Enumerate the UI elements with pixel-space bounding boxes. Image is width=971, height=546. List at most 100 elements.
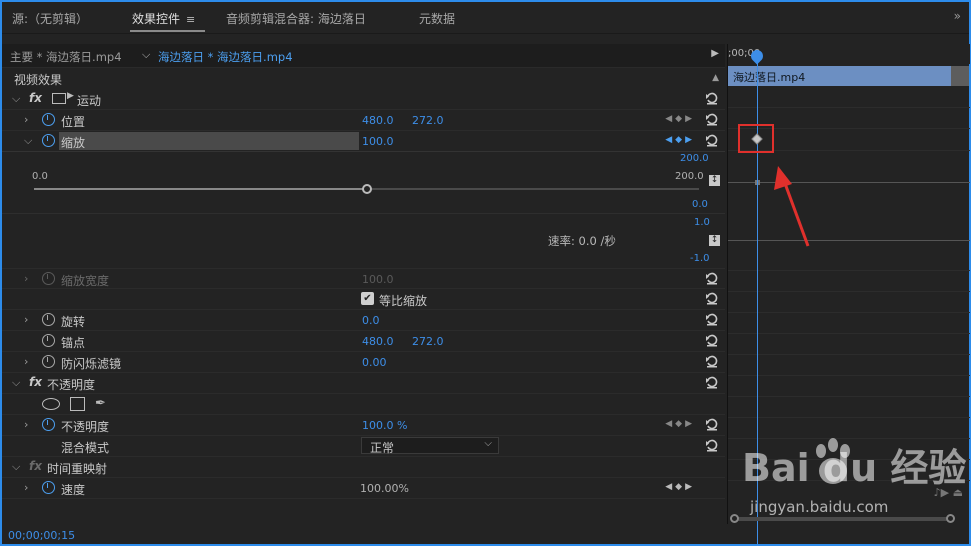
chevron-right-icon[interactable]: › bbox=[24, 113, 28, 126]
tab-effect-controls[interactable]: 效果控件 ≡ bbox=[132, 10, 195, 27]
chevron-down-icon[interactable]: ⌵ bbox=[12, 92, 20, 106]
keyframe-nav-icon[interactable]: ◀◆▶ bbox=[665, 419, 695, 429]
chevron-down-icon[interactable]: ⌵ bbox=[24, 134, 32, 148]
stopwatch-icon[interactable] bbox=[42, 418, 55, 431]
property-row-anti-flicker[interactable]: › 防闪烁滤镜 0.00 bbox=[2, 352, 725, 373]
scale-value[interactable]: 100.0 bbox=[362, 135, 394, 148]
current-timecode[interactable]: 00;00;00;15 bbox=[8, 529, 75, 542]
menu-icon[interactable]: ≡ bbox=[186, 13, 195, 26]
scale-slider-handle[interactable] bbox=[361, 184, 372, 194]
property-row-speed[interactable]: › 速度 100.00% ◀◆▶ bbox=[2, 478, 725, 499]
reset-icon[interactable] bbox=[705, 133, 719, 147]
property-row-uniform-scale[interactable]: ✔ 等比缩放 bbox=[2, 289, 725, 310]
position-y-value[interactable]: 272.0 bbox=[412, 114, 444, 127]
effect-name: 时间重映射 bbox=[47, 462, 108, 476]
sequence-clip-label[interactable]: 海边落日 * 海边落日.mp4 bbox=[158, 49, 293, 65]
reset-icon[interactable] bbox=[705, 91, 719, 105]
property-label: 位置 bbox=[61, 115, 86, 129]
reset-icon[interactable] bbox=[705, 271, 719, 285]
stopwatch-icon[interactable] bbox=[42, 134, 55, 147]
graph-top-max: 200.0 bbox=[680, 153, 709, 164]
zoom-handle-left[interactable] bbox=[730, 514, 739, 523]
timeline-row-divider bbox=[728, 312, 970, 313]
chevron-down-icon[interactable]: ⌵ bbox=[12, 376, 20, 390]
chevron-right-icon[interactable]: › bbox=[24, 355, 28, 368]
anchor-x-value[interactable]: 480.0 bbox=[362, 335, 394, 348]
reset-icon[interactable] bbox=[705, 354, 719, 368]
keyframe-nav-icon[interactable]: ◀◆▶ bbox=[665, 482, 695, 492]
keyframe-nav-icon[interactable]: ◀◆▶ bbox=[665, 135, 695, 145]
chevron-down-icon[interactable]: ⌵ bbox=[142, 48, 150, 62]
velocity-rate-label: 速率: 0.0 /秒 bbox=[548, 234, 616, 248]
property-row-position[interactable]: › 位置 480.0 272.0 ◀◆▶ bbox=[2, 110, 725, 131]
graph-divider bbox=[2, 213, 725, 214]
mask-tools: ✒ bbox=[42, 396, 106, 411]
blend-mode-select[interactable]: 正常 ⌵ bbox=[361, 437, 499, 455]
stopwatch-icon[interactable] bbox=[42, 481, 55, 494]
play-only-audio-icon[interactable]: ▶ bbox=[711, 48, 719, 59]
property-label: 缩放宽度 bbox=[61, 274, 110, 288]
master-clip-label[interactable]: 主要 * 海边落日.mp4 bbox=[10, 49, 122, 65]
property-label: 锚点 bbox=[61, 336, 86, 350]
timeline-ruler[interactable]: ;00;00 bbox=[728, 44, 970, 64]
chevron-right-icon[interactable]: › bbox=[24, 313, 28, 326]
timeline-row-divider bbox=[728, 375, 970, 376]
ellipse-mask-icon[interactable] bbox=[42, 397, 60, 410]
timeline-row-divider bbox=[728, 417, 970, 418]
transform-handle-icon[interactable] bbox=[52, 93, 66, 104]
reset-icon[interactable] bbox=[705, 375, 719, 389]
keyframe-nav-icon[interactable]: ◀◆▶ bbox=[665, 114, 695, 124]
zoom-handle-right[interactable] bbox=[946, 514, 955, 523]
tab-audio-mixer[interactable]: 音频剪辑混合器: 海边落日 bbox=[226, 10, 366, 27]
reset-icon[interactable] bbox=[705, 291, 719, 305]
timeline-clip[interactable]: 海边落日.mp4 bbox=[728, 66, 952, 86]
stopwatch-icon[interactable] bbox=[42, 334, 55, 347]
tab-source[interactable]: 源:（无剪辑） bbox=[12, 10, 88, 27]
effect-row-motion[interactable]: ⌵ fx ▶ 运动 bbox=[2, 89, 725, 110]
property-row-scale-width[interactable]: › 缩放宽度 100.0 bbox=[2, 268, 725, 289]
chevron-right-icon[interactable]: › bbox=[24, 418, 28, 431]
reset-icon[interactable] bbox=[705, 417, 719, 431]
timeline-row-divider bbox=[728, 396, 970, 397]
chevron-right-icon[interactable]: › bbox=[24, 481, 28, 494]
fx-icon: fx bbox=[29, 459, 42, 473]
graph-resize-icon[interactable]: ↕ bbox=[709, 175, 720, 186]
property-row-blend-mode[interactable]: 混合模式 正常 ⌵ bbox=[2, 436, 725, 457]
effect-row-opacity[interactable]: ⌵ fx 不透明度 bbox=[2, 373, 725, 394]
checkbox-label: 等比缩放 bbox=[379, 294, 428, 308]
stopwatch-icon[interactable] bbox=[42, 355, 55, 368]
speed-value[interactable]: 100.00% bbox=[360, 482, 409, 495]
stopwatch-icon bbox=[42, 272, 55, 285]
chevron-right-icon[interactable]: › bbox=[24, 272, 28, 285]
rectangle-mask-icon[interactable] bbox=[70, 396, 85, 411]
property-row-opacity[interactable]: › 不透明度 100.0 % ◀◆▶ bbox=[2, 415, 725, 436]
fx-icon[interactable]: fx bbox=[29, 91, 42, 105]
more-panels-icon[interactable]: » bbox=[954, 9, 961, 23]
reset-icon[interactable] bbox=[705, 438, 719, 452]
collapse-up-icon[interactable]: ▲ bbox=[712, 73, 719, 83]
property-label: 缩放 bbox=[61, 136, 86, 150]
uniform-scale-checkbox[interactable]: ✔ bbox=[361, 292, 374, 305]
tab-metadata[interactable]: 元数据 bbox=[419, 10, 455, 27]
stopwatch-icon[interactable] bbox=[42, 313, 55, 326]
pen-mask-icon[interactable]: ✒ bbox=[95, 396, 106, 411]
reset-icon[interactable] bbox=[705, 312, 719, 326]
effect-row-time-remap[interactable]: ⌵ fx 时间重映射 bbox=[2, 457, 725, 478]
property-row-scale[interactable]: ⌵ 缩放 100.0 ◀◆▶ bbox=[2, 131, 725, 152]
position-x-value[interactable]: 480.0 bbox=[362, 114, 394, 127]
section-title: 视频效果 bbox=[14, 73, 63, 87]
opacity-value[interactable]: 100.0 % bbox=[362, 419, 407, 432]
graph-resize-icon[interactable]: ↕ bbox=[709, 235, 720, 246]
timeline-row-divider bbox=[728, 354, 970, 355]
chevron-down-icon[interactable]: ⌵ bbox=[12, 460, 20, 474]
rotation-value[interactable]: 0.0 bbox=[362, 314, 380, 327]
paw-logo-icon bbox=[816, 438, 850, 484]
stopwatch-icon[interactable] bbox=[42, 113, 55, 126]
anti-flicker-value[interactable]: 0.00 bbox=[362, 356, 387, 369]
fx-icon[interactable]: fx bbox=[29, 375, 42, 389]
property-row-anchor[interactable]: 锚点 480.0 272.0 bbox=[2, 331, 725, 352]
anchor-y-value[interactable]: 272.0 bbox=[412, 335, 444, 348]
reset-icon[interactable] bbox=[705, 333, 719, 347]
reset-icon[interactable] bbox=[705, 112, 719, 126]
property-row-rotation[interactable]: › 旋转 0.0 bbox=[2, 310, 725, 331]
